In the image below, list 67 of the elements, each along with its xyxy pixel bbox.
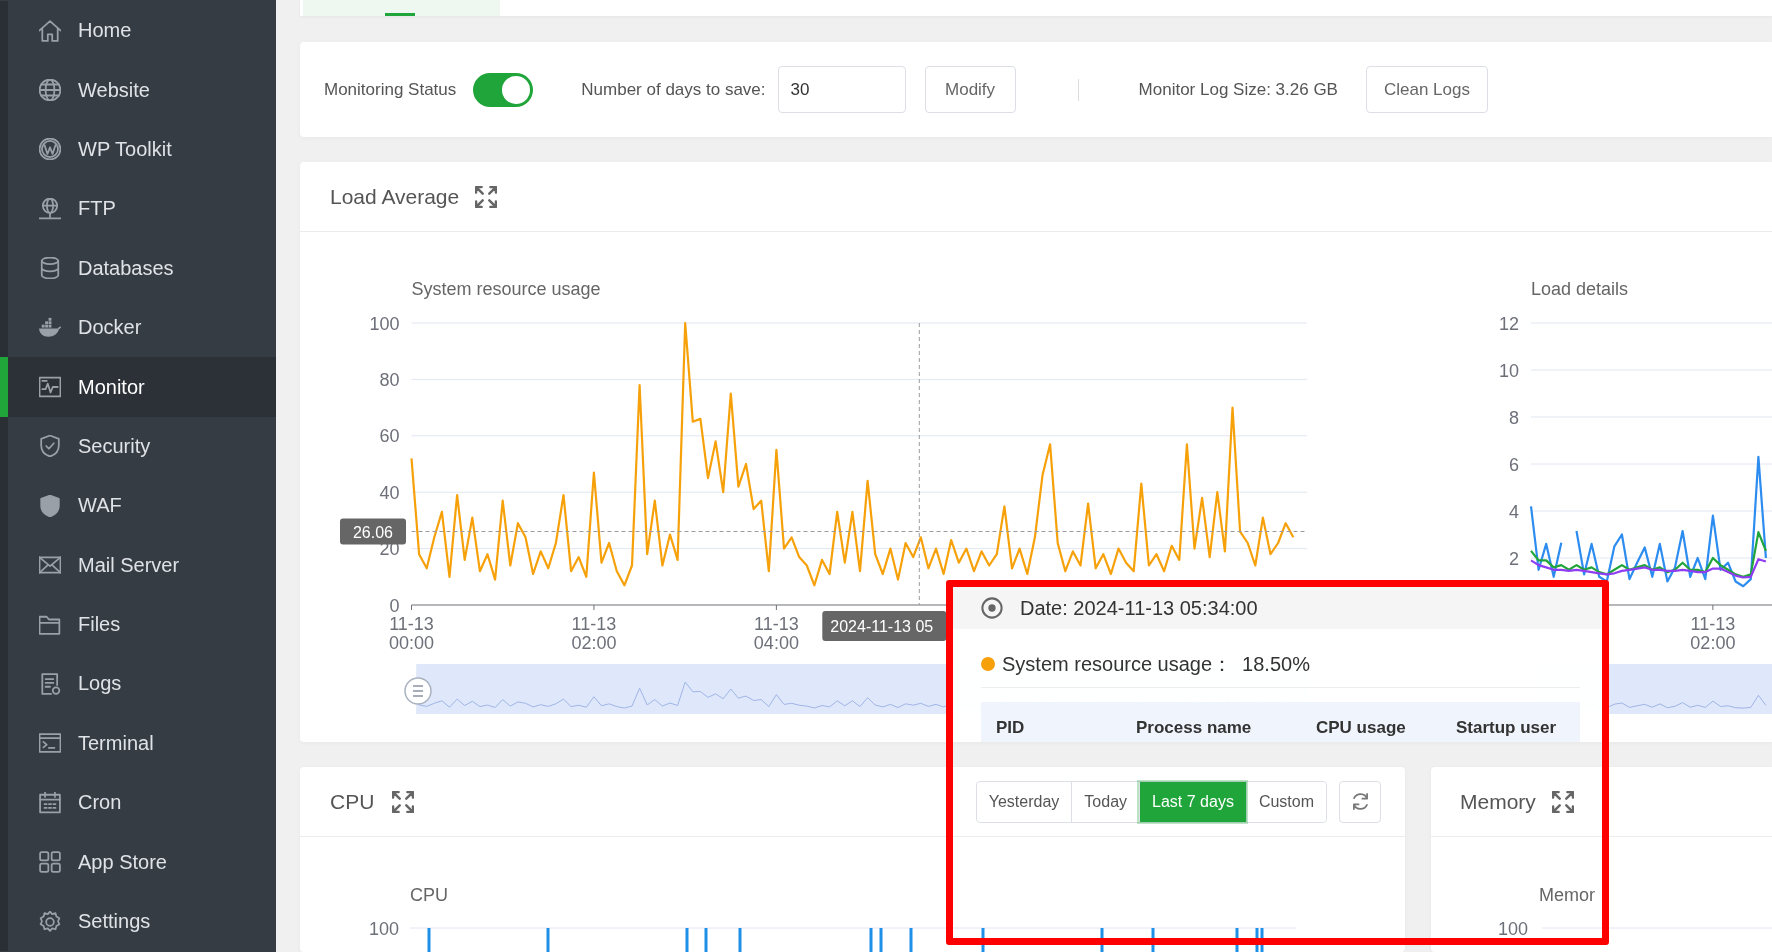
terminal-icon [39, 732, 61, 755]
calendar-icon [39, 791, 61, 814]
axis-label: 11-13 02:00 [571, 614, 617, 653]
axis-label: 100 [369, 313, 400, 334]
axis-label: 10 [1498, 360, 1519, 381]
axis-label: 100 [1497, 918, 1528, 939]
target-icon [981, 597, 1003, 619]
axis-label: 0 [389, 595, 400, 616]
axis-label: 11-13 00:00 [389, 614, 434, 653]
network-icon [39, 197, 61, 220]
axis-label: 12 [1498, 313, 1519, 334]
refresh-icon [1351, 792, 1369, 811]
toggle-switch[interactable] [473, 72, 534, 107]
card-title: CPU [330, 789, 375, 814]
axis-pointer-label: 26.06 [340, 518, 406, 545]
days-to-save-label: Number of days to save: [581, 79, 766, 100]
axis-label: 2 [1509, 548, 1519, 569]
monitoring-status-label: Monitoring Status [324, 79, 457, 100]
series-label: System resource usage： [1002, 651, 1233, 677]
tooltip-date: Date: 2024-11-13 05:34:00 [1020, 596, 1258, 620]
database-icon [39, 257, 61, 280]
home-icon [39, 19, 61, 42]
column-header: PID [996, 717, 1025, 738]
axis-label: 4 [1509, 501, 1519, 522]
axis-label: 8 [1509, 407, 1519, 428]
sidebar-item[interactable]: Monitor [0, 357, 276, 417]
chart-title: Memor [1539, 885, 1595, 905]
chart-title: Load details [1531, 279, 1629, 299]
clean-logs-button[interactable]: Clean Logs [1365, 66, 1488, 113]
zoom-handle[interactable] [404, 677, 432, 705]
chart-title: System resource usage [411, 279, 601, 299]
axis-label: 11-13 04:00 [753, 614, 799, 653]
envelope-icon [39, 554, 61, 577]
tab[interactable] [303, 0, 500, 16]
column-header: Process name [1136, 717, 1252, 738]
axis-label: 40 [379, 482, 400, 503]
document-icon [39, 673, 61, 695]
expand-icon[interactable] [475, 185, 498, 208]
expand-icon[interactable] [392, 790, 415, 813]
series-value: 18.50% [1242, 652, 1310, 676]
refresh-button[interactable] [1339, 780, 1381, 823]
axis-pointer-label: 2024-11-13 05 [822, 611, 947, 641]
card-title: Memory [1460, 789, 1536, 814]
chart-title: CPU [410, 885, 448, 905]
axis-label: 80 [379, 369, 400, 390]
column-header: Startup user [1456, 717, 1557, 738]
ref-line-label: 26.06 [352, 523, 394, 541]
boat-icon [39, 316, 61, 339]
settings-icon [39, 910, 61, 933]
range-tab[interactable]: Custom [1245, 781, 1326, 822]
axis-label: 60 [379, 426, 400, 447]
axis-label: 11-13 02:00 [1690, 614, 1736, 653]
axis-label: 100 [368, 918, 399, 939]
shield-icon [39, 494, 61, 517]
column-header: CPU usage [1316, 717, 1406, 738]
chart-icon [39, 376, 61, 399]
card-title: Load Average [330, 184, 460, 209]
modify-button[interactable]: Modify [924, 66, 1016, 113]
days-input[interactable]: 30 [777, 66, 906, 113]
globe-icon [39, 79, 61, 102]
shield-check-icon [39, 435, 61, 458]
logo-icon [39, 138, 61, 161]
axis-label: 6 [1509, 454, 1519, 475]
log-size-text: Monitor Log Size: 3.26 GB [1138, 79, 1338, 100]
grid-icon [39, 851, 61, 874]
folder-icon [39, 613, 61, 636]
expand-icon[interactable] [1551, 790, 1574, 813]
